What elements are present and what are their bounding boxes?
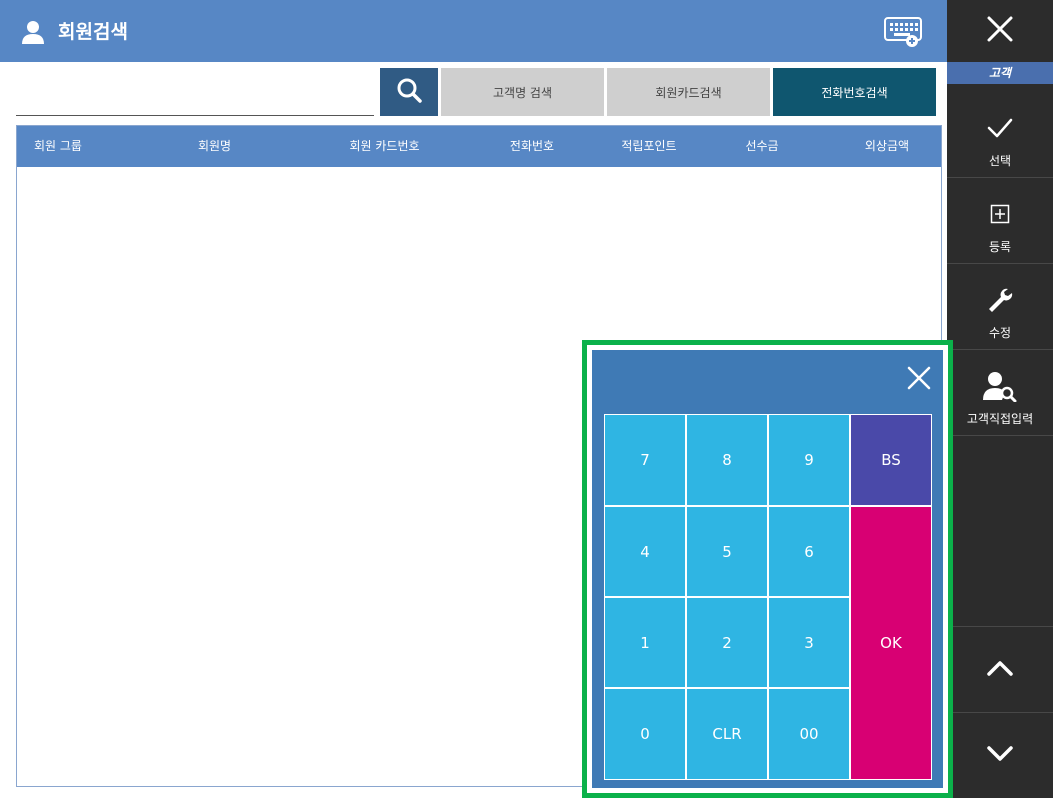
- chevron-up-icon: [985, 658, 1015, 682]
- search-input[interactable]: [16, 70, 374, 116]
- wrench-icon: [947, 284, 1053, 316]
- table-header: 회원 그룹 회원명 회원 카드번호 전화번호 적립포인트 선수금 외상금액: [17, 126, 941, 167]
- chevron-down-icon: [985, 744, 1015, 768]
- column-header-card-number: 회원 카드번호: [349, 139, 420, 153]
- tab-phone-search[interactable]: 전화번호검색: [773, 68, 936, 116]
- keyboard-button[interactable]: [883, 14, 925, 48]
- select-label: 선택: [988, 154, 1012, 168]
- key-8[interactable]: 8: [686, 414, 768, 506]
- numpad-close-button[interactable]: [901, 362, 937, 398]
- column-header-phone: 전화번호: [509, 139, 555, 153]
- numpad-panel: 7 8 9 BS 4 5 6 1 2 3 OK 0 CLR 00: [592, 350, 943, 788]
- edit-label: 수정: [988, 326, 1012, 340]
- select-button[interactable]: 선택: [947, 92, 1053, 178]
- user-icon: [20, 19, 46, 45]
- key-4[interactable]: 4: [604, 506, 686, 597]
- key-5[interactable]: 5: [686, 506, 768, 597]
- search-button[interactable]: [380, 68, 438, 116]
- key-2[interactable]: 2: [686, 597, 768, 688]
- scroll-down-button[interactable]: [947, 712, 1053, 798]
- page-title: 회원검색: [58, 21, 128, 43]
- register-button[interactable]: 등록: [947, 178, 1053, 264]
- key-6[interactable]: 6: [768, 506, 850, 597]
- tab-member-card-search[interactable]: 회원카드검색: [607, 68, 770, 116]
- check-icon: [947, 112, 1053, 144]
- title-bar: 회원검색: [0, 0, 947, 62]
- keyboard-icon: [883, 17, 925, 52]
- tab-label: 고객명 검색: [492, 85, 552, 100]
- key-7[interactable]: 7: [604, 414, 686, 506]
- column-header-member-name: 회원명: [197, 139, 232, 153]
- key-0[interactable]: 0: [604, 688, 686, 780]
- plus-box-icon: [947, 198, 1053, 230]
- key-9[interactable]: 9: [768, 414, 850, 506]
- member-search-window: 회원검색 고객명 검색 회원카드검색 전화번호검색 회원 그룹 회원명 회원 카…: [0, 0, 1053, 798]
- column-header-member-group: 회원 그룹: [34, 139, 82, 153]
- key-3[interactable]: 3: [768, 597, 850, 688]
- direct-customer-input-button[interactable]: 고객직접입력: [947, 350, 1053, 436]
- column-header-prepaid: 선수금: [745, 139, 779, 153]
- key-backspace[interactable]: BS: [850, 414, 932, 506]
- sidebar: 고객 선택 등록 수정 고객직접입력: [947, 0, 1053, 798]
- close-icon: [906, 365, 932, 395]
- register-label: 등록: [988, 240, 1012, 254]
- numpad-popup: 7 8 9 BS 4 5 6 1 2 3 OK 0 CLR 00: [582, 340, 953, 798]
- tab-label: 전화번호검색: [821, 85, 888, 100]
- tab-label: 회원카드검색: [655, 85, 722, 100]
- column-header-credit: 외상금액: [864, 139, 910, 153]
- close-icon: [985, 14, 1015, 48]
- key-1[interactable]: 1: [604, 597, 686, 688]
- tab-customer-name-search[interactable]: 고객명 검색: [441, 68, 604, 116]
- key-clear[interactable]: CLR: [686, 688, 768, 780]
- edit-button[interactable]: 수정: [947, 264, 1053, 350]
- close-button[interactable]: [947, 0, 1053, 62]
- numpad-grid: 7 8 9 BS 4 5 6 1 2 3 OK 0 CLR 00: [604, 414, 932, 780]
- key-00[interactable]: 00: [768, 688, 850, 780]
- user-search-icon: [947, 370, 1053, 402]
- scroll-up-button[interactable]: [947, 626, 1053, 712]
- key-ok[interactable]: OK: [850, 506, 932, 780]
- direct-customer-input-label: 고객직접입력: [966, 412, 1034, 426]
- sidebar-section-label: 고객: [947, 62, 1053, 84]
- column-header-points: 적립포인트: [621, 139, 677, 153]
- search-icon: [395, 76, 423, 108]
